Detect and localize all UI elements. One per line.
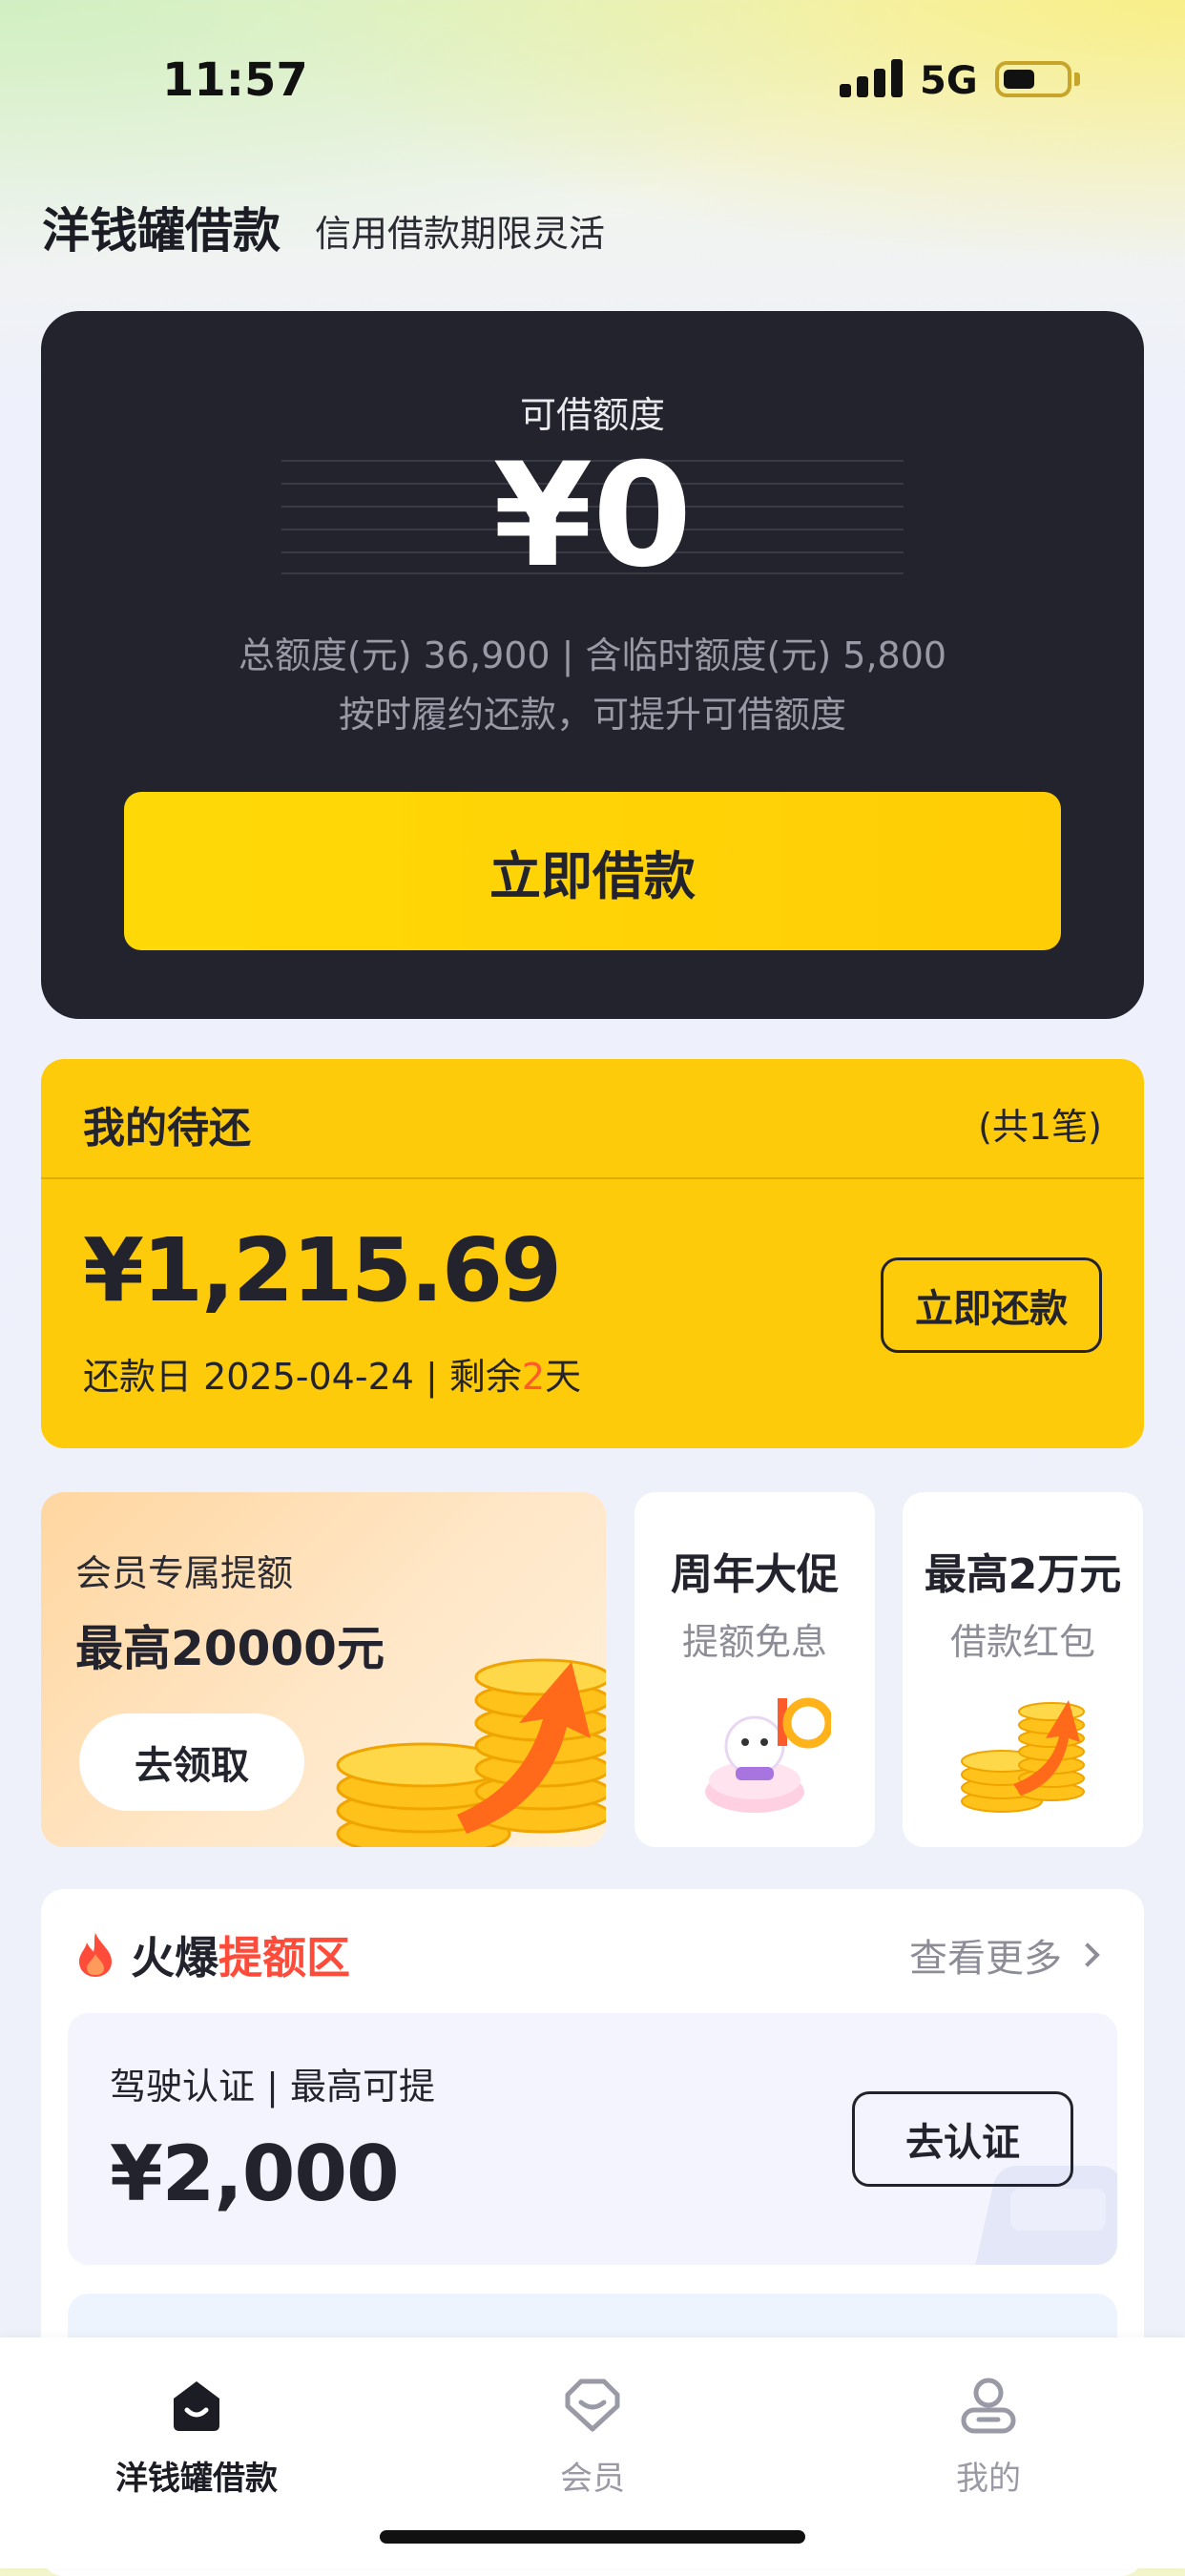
repayment-count: (共1笔) [978, 1106, 1102, 1148]
repayment-title: 我的待还 [83, 1104, 251, 1153]
page-subtitle: 信用借款期限灵活 [315, 213, 606, 255]
credit-total: 总额度(元) 36,900 | 含临时额度(元) 5,800 [238, 634, 947, 676]
red-packet-promo-tile[interactable]: 最高2万元 借款红包 [903, 1492, 1143, 1847]
section-title-accent: 提额区 [218, 1932, 350, 1984]
tile-subtitle: 提额免息 [681, 1621, 827, 1663]
claim-button[interactable]: 去领取 [79, 1714, 304, 1811]
anniversary-mascot-icon [705, 1697, 831, 1813]
coins-arrow-icon [336, 1658, 606, 1847]
divider [41, 1177, 1144, 1179]
credit-label: 可借额度 [519, 394, 665, 436]
status-bar: 11:57 5G [0, 0, 1185, 162]
view-more-label: 查看更多 [909, 1937, 1062, 1981]
repayment-date-prefix: 还款日 2025-04-24 | 剩余 [83, 1356, 522, 1398]
home-indicator [380, 2530, 805, 2544]
anniversary-promo-tile[interactable]: 周年大促 提额免息 [634, 1492, 875, 1847]
flame-icon [79, 1933, 112, 1977]
home-icon [174, 2381, 219, 2431]
network-type: 5G [920, 59, 978, 103]
repayment-amount: ¥1,215.69 [83, 1219, 562, 1321]
section-title-prefix: 火爆 [131, 1932, 218, 1984]
page-title: 洋钱罐借款 [42, 203, 281, 259]
battery-cap [1074, 73, 1080, 86]
verify-button[interactable]: 去认证 [852, 2091, 1073, 2187]
borrow-now-button[interactable]: 立即借款 [124, 792, 1061, 950]
member-icon [565, 2379, 620, 2432]
tab-label: 我的 [956, 2460, 1021, 2498]
chevron-right-icon [1075, 1942, 1100, 1967]
days-left: 2 [521, 1356, 546, 1398]
tab-label: 会员 [560, 2460, 625, 2498]
tile-subtitle: 借款红包 [949, 1621, 1095, 1663]
credit-card: 可借额度 ¥0 总额度(元) 36,900 | 含临时额度(元) 5,800 按… [41, 311, 1144, 1019]
section-title: 火爆 提额区 [75, 1923, 350, 1986]
credit-tip: 按时履约还款，可提升可借额度 [338, 694, 846, 736]
repayment-card[interactable]: 我的待还 (共1笔) ¥1,215.69 还款日 2025-04-24 | 剩余… [41, 1059, 1144, 1448]
tab-home[interactable]: 洋钱罐借款 [73, 2366, 321, 2500]
tile-title: 周年大促 [671, 1550, 839, 1599]
profile-icon [961, 2378, 1016, 2434]
promo-label: 会员专属提额 [75, 1552, 294, 1594]
tab-label: 洋钱罐借款 [115, 2460, 278, 2498]
tab-profile[interactable]: 我的 [864, 2366, 1112, 2500]
battery-icon [995, 61, 1071, 97]
tile-title: 最高2万元 [924, 1550, 1122, 1599]
driving-auth-card[interactable]: 驾驶认证 | 最高可提 ¥2,000 去认证 [68, 2013, 1117, 2265]
member-promo-card[interactable]: 会员专属提额 最高20000元 去领取 [41, 1492, 606, 1847]
coins-icon [961, 1700, 1085, 1813]
tab-member[interactable]: 会员 [468, 2366, 717, 2500]
repayment-date-suffix: 天 [545, 1356, 582, 1398]
repay-now-button[interactable]: 立即还款 [881, 1257, 1102, 1353]
status-time: 11:57 [162, 53, 308, 107]
repayment-date: 还款日 2025-04-24 | 剩余2天 [83, 1347, 581, 1400]
credit-amount: ¥0 [492, 433, 693, 599]
signal-icon [840, 59, 906, 97]
auth-label: 驾驶认证 | 最高可提 [110, 2066, 435, 2108]
auth-amount: ¥2,000 [110, 2129, 400, 2218]
view-more-link[interactable]: 查看更多 [909, 1927, 1100, 1983]
